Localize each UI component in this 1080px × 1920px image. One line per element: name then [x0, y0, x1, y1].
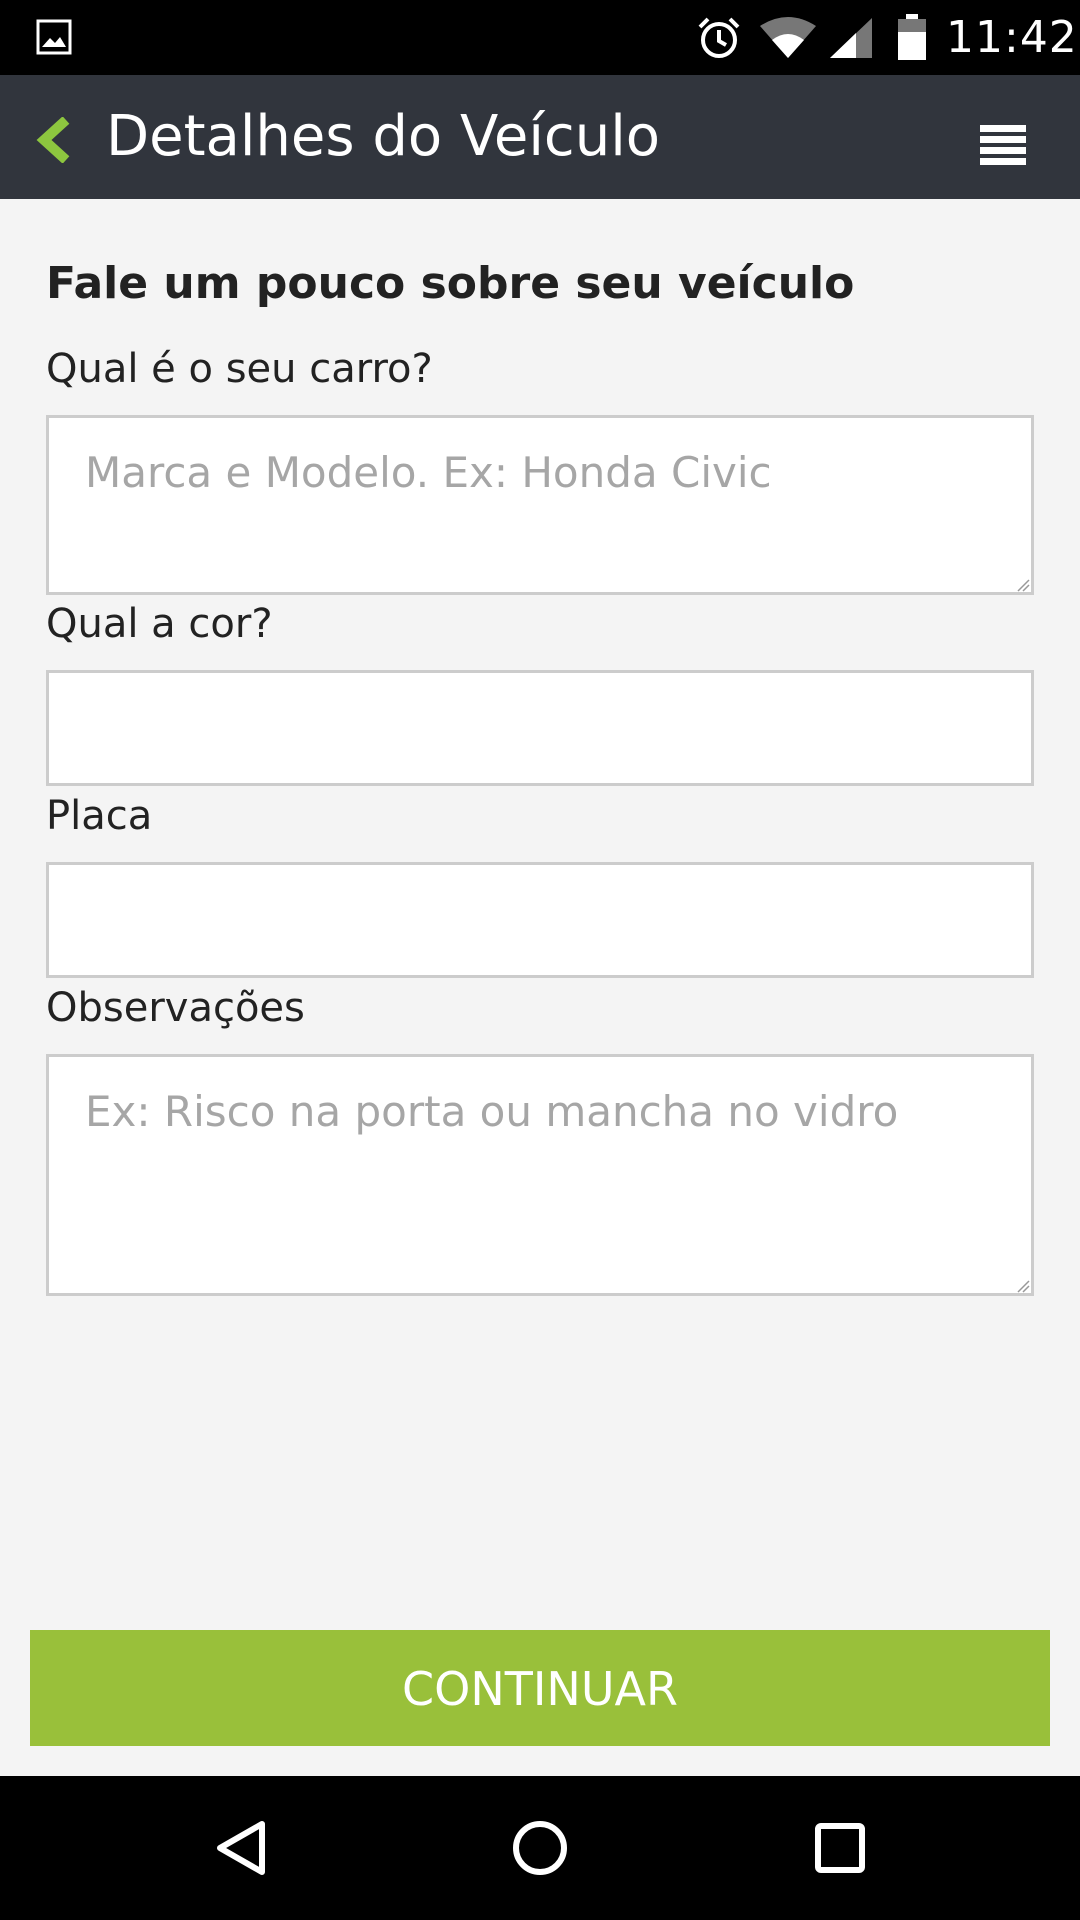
home-circle-icon — [513, 1821, 567, 1875]
wifi-icon — [760, 17, 816, 58]
status-time: 11:42 — [946, 12, 1078, 63]
alarm-icon — [698, 17, 740, 58]
notes-label: Observações — [46, 985, 305, 1031]
resize-grip-icon[interactable] — [1016, 578, 1030, 592]
back-triangle-icon — [217, 1821, 265, 1875]
hamburger-menu-icon — [980, 125, 1026, 165]
menu-button[interactable] — [962, 105, 1042, 185]
nav-home-button[interactable] — [490, 1798, 590, 1898]
status-bar: 11:42 — [0, 0, 1080, 75]
nav-recents-button[interactable] — [790, 1798, 890, 1898]
color-label: Qual a cor? — [46, 601, 273, 647]
resize-grip-icon[interactable] — [1016, 1279, 1030, 1293]
battery-icon — [898, 14, 926, 60]
app-bar: Detalhes do Veículo — [0, 75, 1080, 199]
back-button[interactable] — [24, 97, 84, 177]
signal-icon — [830, 18, 872, 58]
chevron-left-icon — [36, 117, 70, 163]
page-title: Detalhes do Veículo — [106, 104, 661, 169]
color-input[interactable] — [46, 670, 1034, 786]
form-heading: Fale um pouco sobre seu veículo — [46, 258, 855, 309]
plate-input[interactable] — [46, 862, 1034, 978]
nav-back-button[interactable] — [190, 1798, 290, 1898]
plate-label: Placa — [46, 793, 153, 839]
system-nav-bar — [0, 1776, 1080, 1920]
notes-input[interactable] — [46, 1054, 1034, 1296]
recents-square-icon — [815, 1823, 865, 1873]
gallery-icon — [36, 19, 72, 55]
continue-button[interactable]: CONTINUAR — [30, 1630, 1050, 1746]
car-label: Qual é o seu carro? — [46, 346, 433, 392]
car-model-input[interactable] — [46, 415, 1034, 595]
